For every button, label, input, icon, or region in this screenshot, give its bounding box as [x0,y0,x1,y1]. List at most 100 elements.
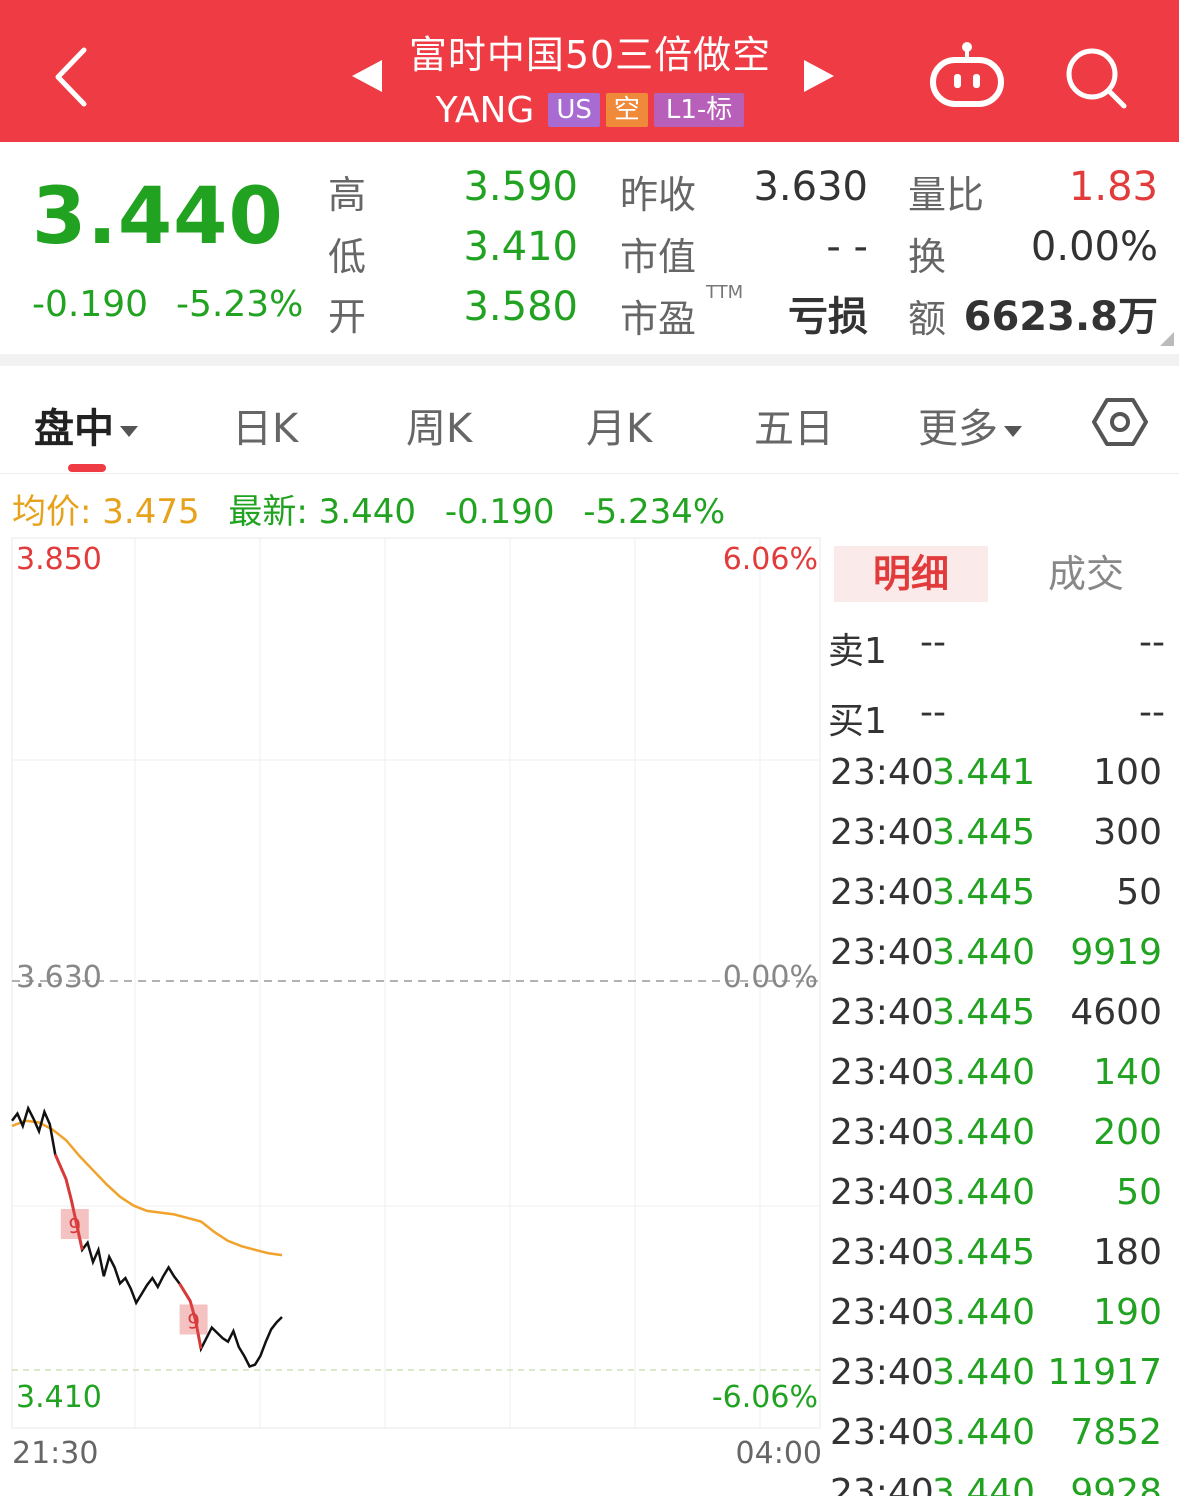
trade-time: 23:40 [830,1172,934,1213]
tab-transactions[interactable]: 成交 [1016,546,1156,602]
chart-settings-icon[interactable] [1092,394,1148,450]
open-value: 3.580 [463,284,578,330]
stock-name: 富时中国50三倍做空 [408,33,772,77]
table-row: 23:40 3.440 11917 [830,1352,1168,1412]
intraday-chart[interactable]: 99 3.850 3.630 3.410 6.06% 0.00% -6.06% … [0,534,826,1496]
trade-price: 3.445 [932,812,1036,853]
trade-qty: 11917 [1047,1352,1162,1393]
table-row: 23:40 3.440 200 [830,1112,1168,1172]
trade-qty: 300 [1093,812,1162,853]
trade-price: 3.440 [932,1052,1036,1093]
section-divider [0,354,1179,366]
next-stock-icon[interactable] [802,56,838,96]
y-axis-baseline-price: 3.630 [16,960,102,995]
trade-time: 23:40 [830,1472,934,1496]
trade-price: 3.440 [932,1292,1036,1333]
previous-stock-icon[interactable] [348,56,384,96]
ask-1-label: 卖1 [828,631,887,672]
turnover-value: 0.00% [1030,224,1158,270]
short-badge: 空 [605,93,648,127]
trade-qty: 200 [1093,1112,1162,1153]
tab-five-day[interactable]: 五日 [754,396,834,454]
ask-1-qty: -- [1139,622,1165,663]
table-row: 23:40 3.445 180 [830,1232,1168,1292]
signal-marker-label: 9 [68,1214,81,1238]
trade-qty: 50 [1116,1172,1162,1213]
trade-qty: 9919 [1070,932,1162,973]
search-icon[interactable] [1062,44,1128,110]
y-axis-bottom-price: 3.410 [16,1380,102,1415]
table-row: 23:40 3.440 50 [830,1172,1168,1232]
dropdown-caret-icon [120,425,138,437]
bid-1-price: -- [920,692,946,733]
volume-ratio-label: 量比 [908,173,985,217]
tab-weekly-k[interactable]: 周K [406,396,472,454]
quote-level-badge[interactable]: L1-标 [653,93,745,127]
trade-qty: 9928 [1070,1472,1162,1496]
latest-change: -0.190 [444,492,555,532]
intraday-chart-svg: 99 [11,537,821,1429]
price-change: -0.190 [32,284,149,325]
tab-monthly-k[interactable]: 月K [586,396,652,454]
market-cap-label: 市值 [620,235,697,279]
bid-1-label: 买1 [828,701,887,742]
trade-time: 23:40 [830,1352,934,1393]
trade-price: 3.440 [932,1472,1036,1496]
trade-detail-panel: 明细 成交 卖1 -- -- 买1 -- -- 23:40 3.441 100 23:… [826,534,1179,1496]
y-axis-top-price: 3.850 [16,542,102,577]
trade-price: 3.445 [932,1232,1036,1273]
price-change-percent: -5.23% [176,284,304,325]
trade-price: 3.440 [932,1112,1036,1153]
trade-price: 3.445 [932,992,1036,1033]
high-label: 高 [328,173,367,217]
trade-price: 3.440 [932,1352,1036,1393]
pe-ttm-superscript: TTM [706,282,744,303]
trade-time: 23:40 [830,932,934,973]
tab-detail[interactable]: 明细 [834,546,988,602]
trade-time: 23:40 [830,992,934,1033]
expand-corner-icon[interactable] [1160,332,1174,346]
table-row: 23:40 3.445 300 [830,812,1168,872]
tab-more-label: 更多 [918,406,998,452]
tab-daily-k[interactable]: 日K [232,396,298,454]
tab-intraday-label: 盘中 [34,406,114,452]
tab-intraday[interactable]: 盘中 [34,396,138,454]
robot-assistant-icon[interactable] [928,40,1006,110]
y-axis-bottom-percent: -6.06% [711,1380,818,1415]
average-price: 均价: 3.475 [12,492,200,532]
low-value: 3.410 [463,224,578,270]
trade-qty: 100 [1093,752,1162,793]
trade-time: 23:40 [830,812,934,853]
y-axis-baseline-percent: 0.00% [722,960,818,995]
table-row: 23:40 3.445 50 [830,872,1168,932]
trade-price: 3.440 [932,932,1036,973]
price-line [11,1104,283,1369]
market-cap-value: - - [826,224,868,270]
x-axis-start-time: 21:30 [12,1436,99,1471]
trade-qty: 4600 [1070,992,1162,1033]
trade-time: 23:40 [830,1232,934,1273]
turnover-label: 换 [908,235,947,279]
prev-close-value: 3.630 [753,164,868,210]
x-axis-end-time: 04:00 [735,1436,822,1471]
high-value: 3.590 [463,164,578,210]
trade-price: 3.440 [932,1412,1036,1453]
trade-qty: 180 [1093,1232,1162,1273]
trade-qty: 140 [1093,1052,1162,1093]
quote-panel: 3.440 -0.190 -5.23% 高 低 开 3.590 3.410 3.… [0,142,1179,354]
market-badge: US [548,93,600,127]
back-arrow-icon[interactable] [44,42,100,112]
trade-time: 23:40 [830,1292,934,1333]
trade-time: 23:40 [830,872,934,913]
ask-1-row: 卖1 -- -- [826,622,1171,682]
amount-value: 6623.8万 [963,294,1158,340]
bid-1-row: 买1 -- -- [826,692,1171,752]
pe-label: 市盈 [620,297,697,341]
table-row: 23:40 3.440 9928 [830,1472,1168,1496]
prev-close-label: 昨收 [620,173,697,217]
trade-time: 23:40 [830,1412,934,1453]
signal-marker-label: 9 [187,1309,200,1333]
trade-price: 3.441 [932,752,1036,793]
tab-more[interactable]: 更多 [918,396,1022,454]
latest-change-percent: -5.234% [583,492,726,532]
